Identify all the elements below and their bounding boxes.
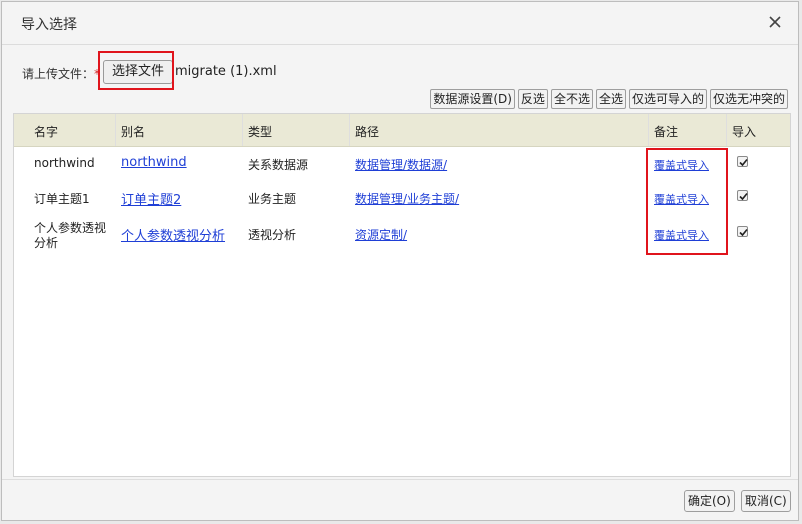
required-mark: * [94, 67, 101, 81]
select-all-button[interactable]: 全选 [595, 89, 626, 109]
footer-divider [2, 479, 798, 480]
table-row[interactable]: northwind northwind 关系数据源 数据管理/数据源/ 覆盖式导… [14, 146, 790, 180]
header-import: 导入 [732, 125, 757, 139]
path-link-data-management[interactable]: 数据管理 [355, 192, 403, 206]
checkmark-icon [739, 192, 748, 201]
table-header: 名字 别名 类型 路径 备注 导入 [14, 114, 790, 147]
row-path: 数据管理/数据源/ [355, 156, 447, 173]
row-type: 透视分析 [248, 228, 297, 242]
upload-label: 请上传文件：* [22, 67, 101, 81]
title-divider [2, 44, 798, 45]
choose-file-button[interactable]: 选择文件 [103, 60, 174, 84]
import-checkbox[interactable] [737, 156, 748, 167]
row-alias-link[interactable]: 订单主题2 [121, 189, 181, 208]
checkmark-icon [739, 158, 748, 167]
dialog-title: 导入选择 [21, 17, 77, 33]
row-alias-link[interactable]: northwind [121, 155, 187, 170]
table-row[interactable]: 订单主题1 订单主题2 业务主题 数据管理/业务主题/ 覆盖式导入 [14, 180, 790, 214]
row-name-line2: 分析 [34, 236, 59, 250]
row-path: 资源定制/ [355, 226, 407, 243]
header-remark: 备注 [654, 125, 679, 139]
table-row[interactable]: 个人参数透视 分析 个人参数透视分析 透视分析 资源定制/ 覆盖式导入 [14, 214, 790, 254]
column-divider [648, 114, 649, 146]
header-name: 名字 [34, 125, 59, 139]
close-icon[interactable] [766, 13, 784, 31]
column-divider [726, 114, 727, 146]
selection-toolbar: 数据源设置(D) 反选 全不选 全选 仅选可导入的 仅选无冲突的 [430, 89, 788, 109]
row-name: northwind [34, 156, 95, 170]
header-path: 路径 [355, 125, 380, 139]
header-alias: 别名 [121, 125, 146, 139]
select-none-button[interactable]: 全不选 [550, 89, 593, 109]
row-path: 数据管理/业务主题/ [355, 190, 459, 207]
path-link-business-topic[interactable]: /业务主题/ [403, 192, 459, 206]
row-name: 订单主题1 [34, 192, 90, 206]
header-type: 类型 [248, 125, 273, 139]
import-table: 名字 别名 类型 路径 备注 导入 northwind northwind 关系… [13, 113, 791, 477]
select-no-conflict-button[interactable]: 仅选无冲突的 [709, 89, 788, 109]
path-link-data-management[interactable]: 数据管理 [355, 158, 403, 172]
remark-overwrite-import-link[interactable]: 覆盖式导入 [654, 227, 709, 243]
checkmark-icon [739, 228, 748, 237]
invert-selection-button[interactable]: 反选 [517, 89, 548, 109]
column-divider [242, 114, 243, 146]
column-divider [115, 114, 116, 146]
path-link-datasource[interactable]: /数据源/ [403, 158, 447, 172]
ok-button[interactable]: 确定(O) [684, 490, 735, 512]
import-checkbox[interactable] [737, 190, 748, 201]
row-type: 关系数据源 [248, 158, 309, 172]
datasource-settings-button[interactable]: 数据源设置(D) [430, 89, 515, 109]
remark-overwrite-import-link[interactable]: 覆盖式导入 [654, 191, 709, 207]
row-alias-link[interactable]: 个人参数透视分析 [121, 225, 225, 244]
import-selection-dialog: 导入选择 请上传文件：* 选择文件 migrate (1).xml 数据源设置(… [1, 1, 799, 521]
column-divider [349, 114, 350, 146]
row-type: 业务主题 [248, 192, 297, 206]
cancel-button[interactable]: 取消(C) [741, 490, 791, 512]
path-link-resource-customization[interactable]: 资源定制/ [355, 228, 407, 242]
remark-overwrite-import-link[interactable]: 覆盖式导入 [654, 157, 709, 173]
selected-file-name: migrate (1).xml [175, 64, 277, 79]
select-importable-button[interactable]: 仅选可导入的 [628, 89, 707, 109]
import-checkbox[interactable] [737, 226, 748, 237]
